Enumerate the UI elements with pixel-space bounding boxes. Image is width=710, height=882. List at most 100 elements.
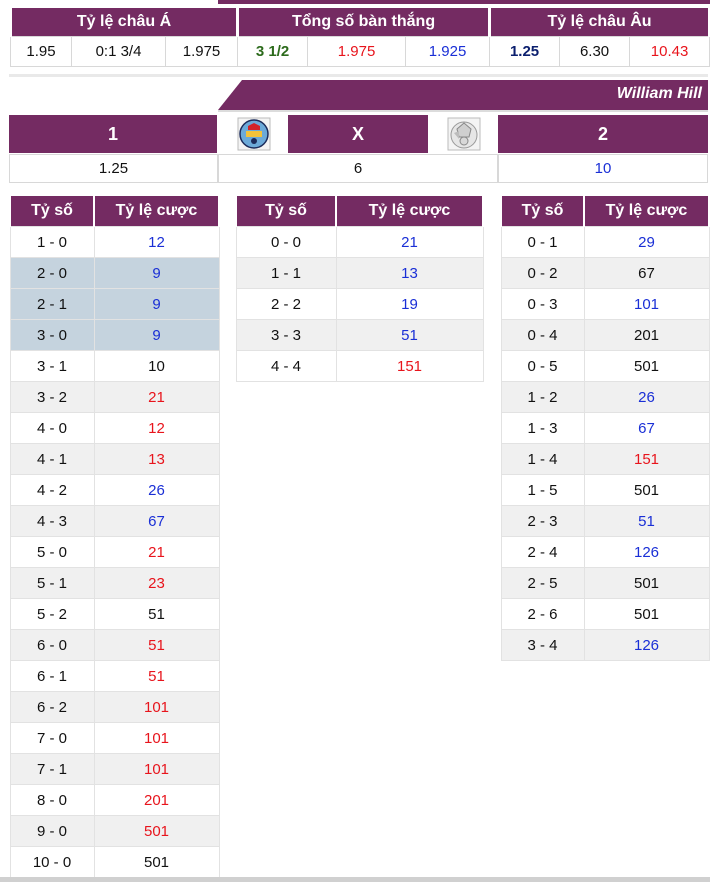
score-cell: 3 - 1 bbox=[9, 350, 95, 382]
score-row: 2 - 6 501 bbox=[500, 598, 710, 630]
score-cell: 0 - 3 bbox=[500, 288, 585, 320]
odds-cell: 12 bbox=[93, 412, 220, 444]
score-row: 2 - 5 501 bbox=[500, 567, 710, 599]
score-row: 6 - 0 51 bbox=[9, 629, 220, 661]
score-row: 8 - 0 201 bbox=[9, 784, 220, 816]
odds-cell: 9 bbox=[93, 288, 220, 320]
odds-cell: 9 bbox=[93, 319, 220, 351]
score-row: 5 - 2 51 bbox=[9, 598, 220, 630]
odds-cell: 21 bbox=[335, 226, 484, 258]
odds-cell: 501 bbox=[93, 846, 220, 878]
score-row: 0 - 0 21 bbox=[235, 226, 484, 258]
manchester-city-crest-icon bbox=[236, 116, 272, 152]
score-cell: 6 - 0 bbox=[9, 629, 95, 661]
odds-summary-table: Tỷ lệ châu Á Tổng số bàn thắng Tỷ lệ châ… bbox=[8, 8, 710, 67]
odds-cell: 9 bbox=[93, 257, 220, 289]
score-row: 0 - 1 29 bbox=[500, 226, 710, 258]
summary-value-cell: 1.925 bbox=[405, 36, 491, 67]
score-row: 7 - 1 101 bbox=[9, 753, 220, 785]
score-cell: 0 - 0 bbox=[235, 226, 337, 258]
odds-cell: 21 bbox=[93, 381, 220, 413]
summary-value-cell: 10.43 bbox=[629, 36, 710, 67]
odds-cell: 501 bbox=[583, 598, 710, 630]
score-row: 7 - 0 101 bbox=[9, 722, 220, 754]
odds-cell: 101 bbox=[93, 722, 220, 754]
score-cell: 3 - 3 bbox=[235, 319, 337, 351]
score-cell: 3 - 2 bbox=[9, 381, 95, 413]
score-row: 1 - 0 12 bbox=[9, 226, 220, 258]
summary-value-cell: 0:1 3/4 bbox=[71, 36, 166, 67]
score-row: 3 - 09 bbox=[9, 319, 220, 351]
odds-cell: 126 bbox=[583, 629, 710, 661]
odds-cell: 51 bbox=[335, 319, 484, 351]
score-cell: 2 - 0 bbox=[9, 257, 95, 289]
odds-cell: 67 bbox=[583, 412, 710, 444]
european-odds-header: Tỷ lệ châu Âu bbox=[488, 8, 710, 37]
score-cell: 6 - 1 bbox=[9, 660, 95, 692]
score-cell: 2 - 3 bbox=[500, 505, 585, 537]
summary-value-cell: 3 1/2 bbox=[237, 36, 309, 67]
total-goals-header: Tổng số bàn thắng bbox=[236, 8, 492, 37]
score-row: 2 - 4 126 bbox=[500, 536, 710, 568]
bookmaker-name: William Hill bbox=[616, 85, 702, 102]
score-cell: 0 - 2 bbox=[500, 257, 585, 289]
odds-cell: 21 bbox=[93, 536, 220, 568]
score-row: 4 - 1 13 bbox=[9, 443, 220, 475]
odds-cell: 12 bbox=[93, 226, 220, 258]
home-win-odds: 1.25 bbox=[9, 154, 218, 183]
odds-cell: 67 bbox=[93, 505, 220, 537]
score-cell: 4 - 4 bbox=[235, 350, 337, 382]
odds-cell: 201 bbox=[93, 784, 220, 816]
odds-cell: 26 bbox=[583, 381, 710, 413]
odds-cell: 101 bbox=[93, 753, 220, 785]
score-cell: 7 - 1 bbox=[9, 753, 95, 785]
score-cell: 1 - 0 bbox=[9, 226, 95, 258]
draw-scores-table: Tỷ số Tỷ lệ cược 0 - 0 21 1 - 1 13 2 - 2 19 3 … bbox=[235, 196, 484, 382]
score-cell: 4 - 2 bbox=[9, 474, 95, 506]
score-row: 1 - 4 151 bbox=[500, 443, 710, 475]
score-cell: 3 - 0 bbox=[9, 319, 95, 351]
score-row: 0 - 4 201 bbox=[500, 319, 710, 351]
odds-cell: 19 bbox=[335, 288, 484, 320]
score-row: 3 - 2 21 bbox=[9, 381, 220, 413]
score-row: 0 - 5 501 bbox=[500, 350, 710, 382]
odds-summary-values: 1.95 0:1 3/4 1.975 3 1/2 1.975 1.925 1.25 6.30 1… bbox=[10, 36, 710, 67]
odds-cell: 51 bbox=[93, 660, 220, 692]
score-column-header: Tỷ số bbox=[9, 196, 95, 227]
odds-cell: 10 bbox=[93, 350, 220, 382]
score-row: 3 - 3 51 bbox=[235, 319, 484, 351]
odds-column-header: Tỷ lệ cược bbox=[583, 196, 710, 227]
score-row: 2 - 09 bbox=[9, 257, 220, 289]
score-row: 4 - 2 26 bbox=[9, 474, 220, 506]
score-cell: 2 - 2 bbox=[235, 288, 337, 320]
score-cell: 5 - 0 bbox=[9, 536, 95, 568]
odds-cell: 23 bbox=[93, 567, 220, 599]
score-cell: 5 - 1 bbox=[9, 567, 95, 599]
summary-value-cell: 1.975 bbox=[307, 36, 407, 67]
score-cell: 1 - 1 bbox=[235, 257, 337, 289]
score-cell: 4 - 3 bbox=[9, 505, 95, 537]
away-win-header: 2 bbox=[498, 115, 708, 153]
score-row: 2 - 3 51 bbox=[500, 505, 710, 537]
score-row: 6 - 2 101 bbox=[9, 691, 220, 723]
score-cell: 2 - 5 bbox=[500, 567, 585, 599]
score-row: 2 - 19 bbox=[9, 288, 220, 320]
score-row: 5 - 1 23 bbox=[9, 567, 220, 599]
horizontal-scrollbar[interactable] bbox=[0, 877, 710, 882]
score-cell: 0 - 4 bbox=[500, 319, 585, 351]
odds-cell: 501 bbox=[93, 815, 220, 847]
score-row: 2 - 2 19 bbox=[235, 288, 484, 320]
odds-column-header: Tỷ lệ cược bbox=[335, 196, 484, 227]
odds-cell: 501 bbox=[583, 474, 710, 506]
score-cell: 2 - 1 bbox=[9, 288, 95, 320]
score-cell: 7 - 0 bbox=[9, 722, 95, 754]
score-row: 0 - 3 101 bbox=[500, 288, 710, 320]
summary-value-cell: 6.30 bbox=[559, 36, 631, 67]
score-cell: 0 - 5 bbox=[500, 350, 585, 382]
banner-underline bbox=[218, 110, 708, 112]
score-row: 1 - 2 26 bbox=[500, 381, 710, 413]
odds-cell: 13 bbox=[93, 443, 220, 475]
odds-cell: 67 bbox=[583, 257, 710, 289]
score-cell: 10 - 0 bbox=[9, 846, 95, 878]
away-win-scores-table: Tỷ số Tỷ lệ cược 0 - 1 29 0 - 2 67 0 - 3 101 0… bbox=[500, 196, 710, 661]
